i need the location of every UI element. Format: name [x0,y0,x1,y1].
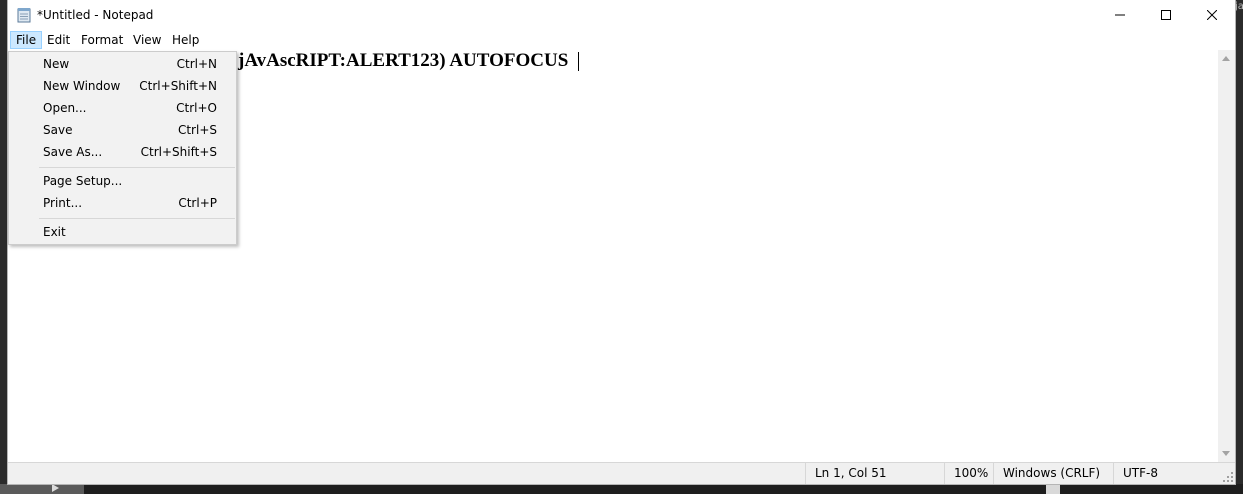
text-caret [578,52,579,71]
background-scroll-thumb [1046,484,1060,494]
menu-item-new[interactable]: New Ctrl+N [10,53,235,75]
menu-item-page-setup[interactable]: Page Setup... [10,170,235,192]
scroll-up-icon[interactable] [1222,56,1230,61]
encoding: UTF-8 [1113,463,1235,484]
maximize-icon [1161,10,1171,20]
menu-item-label: Save As... [43,145,103,159]
menu-item-print[interactable]: Print... Ctrl+P [10,192,235,214]
menu-help[interactable]: Help [166,31,205,49]
menu-item-label: Exit [43,225,66,239]
menu-item-label: Open... [43,101,87,115]
menu-item-shortcut: Ctrl+O [176,101,217,115]
file-menu-dropdown: New Ctrl+N New Window Ctrl+Shift+N Open.… [8,51,237,245]
close-button[interactable] [1189,0,1235,30]
background-media-bar [0,484,84,494]
menu-item-label: New Window [43,79,121,93]
menu-view[interactable]: View [127,31,167,49]
scroll-down-icon[interactable] [1222,451,1230,456]
line-ending: Windows (CRLF) [993,463,1114,484]
window-title: *Untitled - Notepad [37,8,154,22]
menu-item-label: New [43,57,70,71]
menu-item-shortcut: Ctrl+Shift+N [139,79,217,93]
menu-item-label: Print... [43,196,83,210]
background-window-text: ja [1235,0,1243,18]
menu-edit[interactable]: Edit [41,31,76,49]
cursor-position: Ln 1, Col 51 [805,463,944,484]
maximize-button[interactable] [1143,0,1189,30]
menu-item-shortcut: Ctrl+N [176,57,217,71]
menu-item-shortcut: Ctrl+Shift+S [140,145,217,159]
minimize-icon [1115,14,1125,16]
play-icon[interactable] [52,484,59,492]
menu-item-shortcut: Ctrl+P [178,196,217,210]
menu-item-open[interactable]: Open... Ctrl+O [10,97,235,119]
menu-item-label: Save [43,123,73,137]
title-bar[interactable]: *Untitled - Notepad [8,0,1235,30]
menu-separator [39,218,235,219]
menu-item-new-window[interactable]: New Window Ctrl+Shift+N [10,75,235,97]
vertical-scrollbar[interactable] [1218,50,1235,462]
menu-item-save-as[interactable]: Save As... Ctrl+Shift+S [10,141,235,163]
menu-separator [39,167,235,168]
menu-item-shortcut: Ctrl+S [177,123,217,137]
status-bar: Ln 1, Col 51 100% Windows (CRLF) UTF-8 [8,462,1235,484]
menu-item-exit[interactable]: Exit [10,221,235,243]
resize-grip-icon[interactable] [1223,472,1233,482]
zoom-level: 100% [944,463,995,484]
minimize-button[interactable] [1097,0,1143,30]
menu-file[interactable]: File [10,31,43,49]
notepad-icon [17,8,31,23]
menu-format[interactable]: Format [75,31,129,49]
editor-content: jAvAscRIPT:ALERT123) AUTOFOCUS [238,50,569,71]
close-icon [1207,10,1217,20]
menu-item-save[interactable]: Save Ctrl+S [10,119,235,141]
menu-bar: File Edit Format View Help [8,30,1235,50]
menu-item-label: Page Setup... [43,174,123,188]
